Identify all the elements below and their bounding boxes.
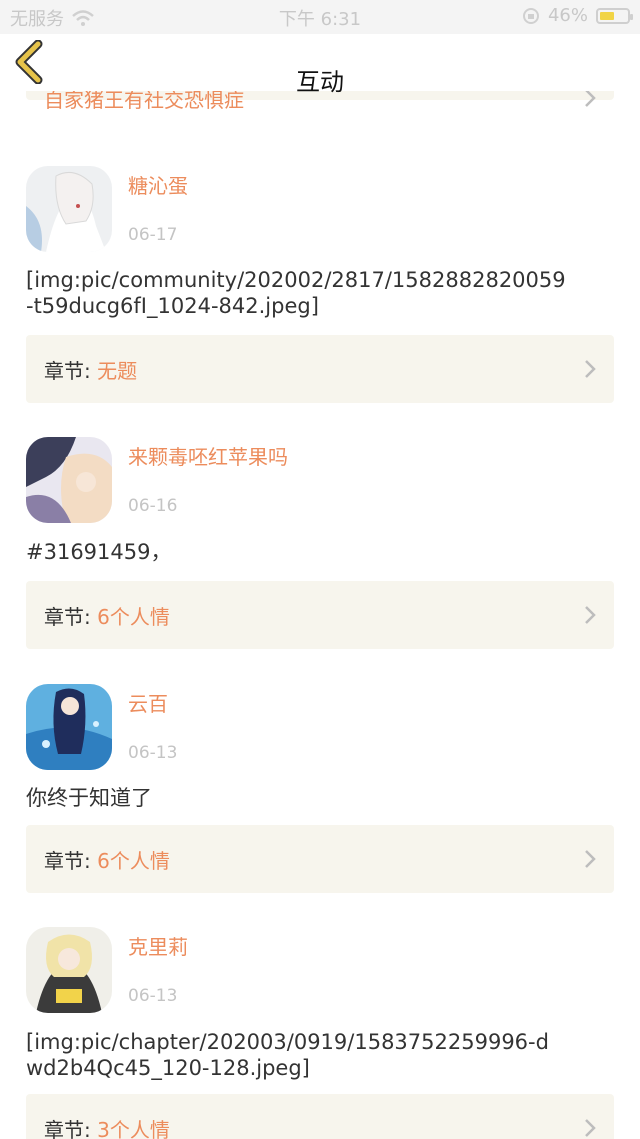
chevron-right-icon bbox=[585, 360, 596, 378]
chapter-card[interactable]: 章节: 3个人情 bbox=[26, 1094, 614, 1139]
chapter-name: 6个人情 bbox=[97, 849, 170, 873]
comment-text: [img:pic/chapter/202003/0919/15837522599… bbox=[26, 1030, 549, 1080]
chevron-right-icon bbox=[585, 850, 596, 868]
chapter-card[interactable]: 章节: 6个人情 bbox=[26, 581, 614, 649]
comment-text: 你终于知道了 bbox=[26, 786, 152, 810]
chapter-label: 章节: 无题 bbox=[44, 355, 137, 384]
chevron-right-icon bbox=[585, 606, 596, 624]
chapter-prefix: 章节: bbox=[44, 605, 91, 629]
chapter-prefix: 章节: bbox=[44, 849, 91, 873]
interaction-list[interactable]: 自家猪王有社交恐惧症 糖沁蛋 06-17 [img:pic/community/… bbox=[0, 34, 640, 1139]
chapter-label: 章节: 3个人情 bbox=[44, 1114, 170, 1139]
chevron-right-icon bbox=[585, 1119, 596, 1137]
battery-percent: 46% bbox=[547, 5, 588, 26]
chapter-name: 无题 bbox=[97, 359, 138, 383]
chapter-prefix: 章节: bbox=[44, 1118, 91, 1139]
avatar[interactable] bbox=[26, 437, 112, 523]
status-time: 下午 6:31 bbox=[278, 9, 362, 30]
chapter-label: 章节: 6个人情 bbox=[44, 601, 170, 630]
post-date: 06-16 bbox=[128, 496, 178, 516]
chapter-card[interactable]: 章节: 6个人情 bbox=[26, 825, 614, 893]
username[interactable]: 糖沁蛋 bbox=[128, 170, 188, 199]
battery-icon bbox=[596, 7, 633, 24]
username[interactable]: 云百 bbox=[128, 688, 168, 717]
chapter-prefix: 章节: bbox=[44, 359, 91, 383]
post-date: 06-17 bbox=[128, 225, 178, 245]
chapter-label: 章节: 6个人情 bbox=[44, 845, 170, 874]
status-right: 46% bbox=[522, 5, 633, 26]
comment-text: [img:pic/community/202002/2817/158288282… bbox=[26, 268, 566, 318]
chapter-card[interactable]: 章节: 无题 bbox=[26, 335, 614, 403]
username[interactable]: 克里莉 bbox=[128, 931, 188, 960]
post-date: 06-13 bbox=[128, 743, 178, 763]
page-title: 互动 bbox=[296, 68, 344, 96]
status-bar: 无服务 下午 6:31 46% bbox=[0, 0, 640, 34]
chapter-name: 6个人情 bbox=[97, 605, 170, 629]
comment-text: #31691459， bbox=[26, 540, 172, 564]
nav-bar: 互动 bbox=[0, 34, 640, 96]
post-date: 06-13 bbox=[128, 986, 178, 1006]
avatar[interactable] bbox=[26, 684, 112, 770]
chapter-name: 3个人情 bbox=[97, 1118, 170, 1139]
avatar[interactable] bbox=[26, 927, 112, 1013]
avatar[interactable] bbox=[26, 166, 112, 252]
orientation-lock-icon bbox=[522, 7, 539, 24]
username[interactable]: 来颗毒呸红苹果吗 bbox=[128, 441, 288, 470]
